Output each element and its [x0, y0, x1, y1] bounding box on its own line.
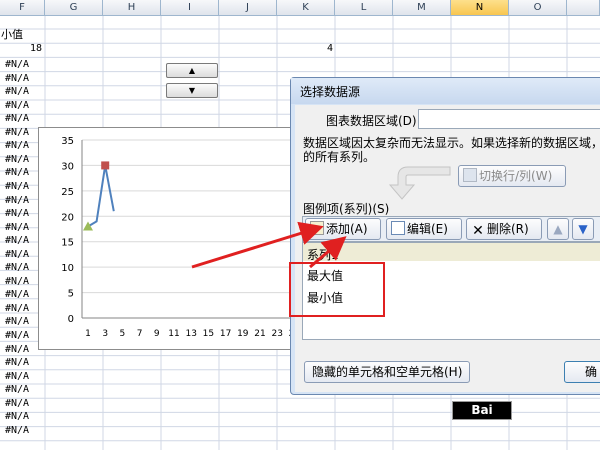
- annotation-arrows: [191, 221, 347, 269]
- arrow-to-add-button: [191, 221, 324, 269]
- watermark-logo: Bai: [452, 401, 512, 420]
- arrow-to-series-list: [309, 236, 347, 269]
